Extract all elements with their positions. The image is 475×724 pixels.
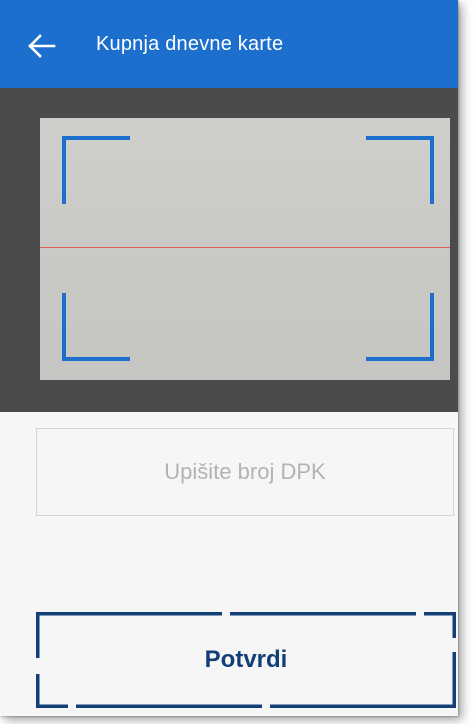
arrow-left-icon [28,34,56,58]
dpk-number-input[interactable] [37,429,453,515]
app-bar: Kupnja dnevne karte [0,0,458,88]
phone-screen: Kupnja dnevne karte Potvrdi [0,0,458,716]
dpk-input-container [36,428,454,516]
scan-frame-corner-top-right [366,136,434,204]
confirm-button[interactable]: Potvrdi [36,612,456,708]
confirm-button-label: Potvrdi [204,646,288,673]
page-title: Kupnja dnevne karte [96,33,284,55]
scan-frame-corner-bottom-right [366,293,434,361]
scan-line [40,247,450,248]
scan-frame-corner-top-left [62,136,130,204]
scan-frame-corner-bottom-left [62,293,130,361]
back-button[interactable] [28,32,60,60]
